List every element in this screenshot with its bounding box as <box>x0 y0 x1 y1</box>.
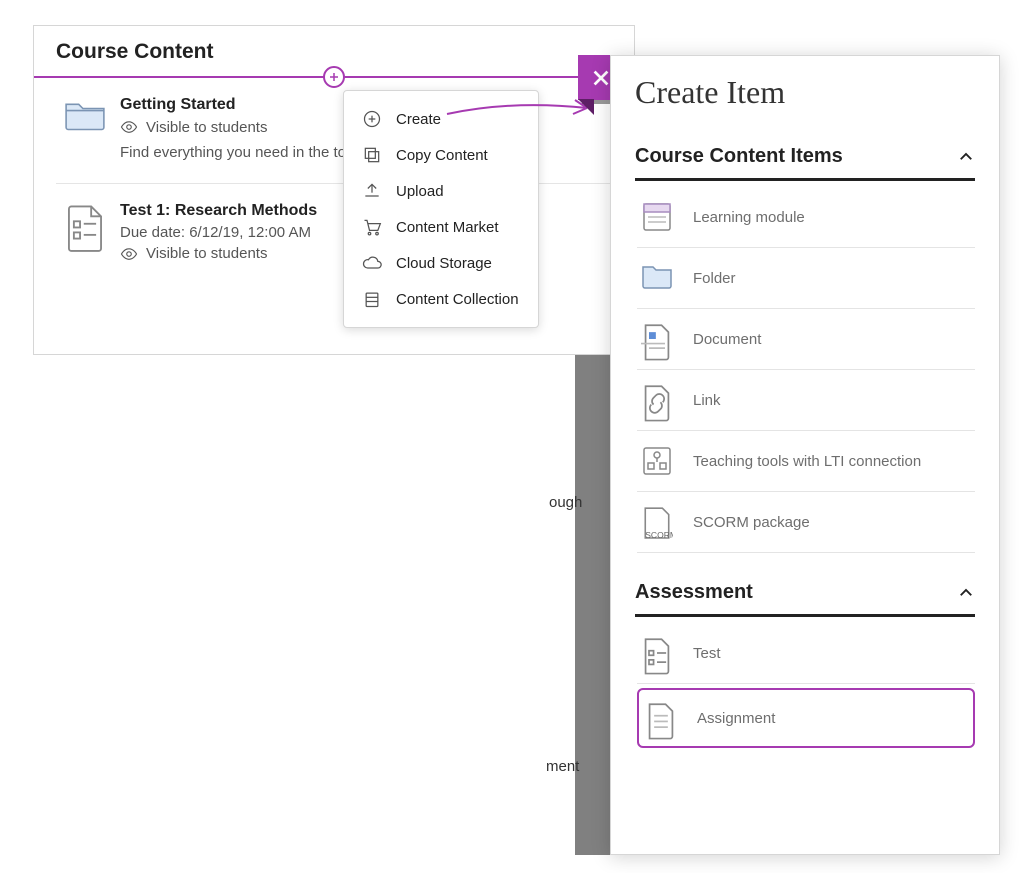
cloud-icon <box>362 253 382 273</box>
item-type-learning-module[interactable]: Learning module <box>637 187 975 248</box>
context-menu-upload[interactable]: Upload <box>344 173 538 209</box>
bg-text-fragment: ment <box>546 758 579 775</box>
chevron-up-icon <box>957 148 975 166</box>
visibility-label: Visible to students <box>146 119 267 136</box>
section-title: Course Content Items <box>635 145 843 168</box>
context-menu-label: Copy Content <box>396 147 488 164</box>
lti-icon <box>641 445 673 477</box>
create-item-panel: Create Item Course Content Items Learnin… <box>610 55 1000 855</box>
scorm-icon: SCORM <box>641 506 673 538</box>
section-title: Assessment <box>635 581 753 604</box>
collection-icon <box>362 289 382 309</box>
context-menu-create[interactable]: Create <box>344 101 538 137</box>
course-content-card: Course Content Getting Started Visible t… <box>33 25 635 355</box>
cart-icon <box>362 217 382 237</box>
insert-line <box>34 76 634 78</box>
plus-icon <box>329 72 339 82</box>
item-type-scorm[interactable]: SCORM SCORM package <box>637 492 975 553</box>
item-type-label: Folder <box>693 270 736 287</box>
folder-icon <box>641 262 673 294</box>
context-menu-collection[interactable]: Content Collection <box>344 281 538 317</box>
context-menu-label: Upload <box>396 183 444 200</box>
item-type-label: Document <box>693 331 761 348</box>
item-type-lti[interactable]: Teaching tools with LTI connection <box>637 431 975 492</box>
context-menu-label: Create <box>396 111 441 128</box>
test-icon <box>641 637 673 669</box>
context-menu-label: Cloud Storage <box>396 255 492 272</box>
item-type-assignment[interactable]: Assignment <box>637 688 975 748</box>
item-type-document[interactable]: Document <box>637 309 975 370</box>
eye-icon <box>120 118 138 136</box>
close-button-shadow-corner <box>578 99 594 115</box>
add-content-button[interactable] <box>323 66 345 88</box>
context-menu-cloud[interactable]: Cloud Storage <box>344 245 538 281</box>
create-item-title: Create Item <box>635 74 975 111</box>
folder-icon <box>64 98 106 137</box>
document-icon <box>641 323 673 355</box>
section-header-content-items[interactable]: Course Content Items <box>635 145 975 181</box>
link-icon <box>641 384 673 416</box>
context-menu-label: Content Market <box>396 219 499 236</box>
item-type-label: Assignment <box>697 710 775 727</box>
item-type-link[interactable]: Link <box>637 370 975 431</box>
context-menu-copy[interactable]: Copy Content <box>344 137 538 173</box>
course-content-title: Course Content <box>56 40 612 64</box>
eye-icon <box>120 245 138 263</box>
close-icon <box>590 67 612 89</box>
visibility-label: Visible to students <box>146 245 267 262</box>
context-menu-market[interactable]: Content Market <box>344 209 538 245</box>
content-item[interactable]: Getting Started Visible to students Find… <box>34 96 634 183</box>
plus-circle-icon <box>362 109 382 129</box>
context-menu-label: Content Collection <box>396 291 519 308</box>
copy-icon <box>362 145 382 165</box>
chevron-up-icon <box>957 584 975 602</box>
bg-text-fragment: ough <box>549 494 582 511</box>
test-icon <box>64 204 106 258</box>
item-type-label: Teaching tools with LTI connection <box>693 453 921 470</box>
upload-icon <box>362 181 382 201</box>
section-header-assessment[interactable]: Assessment <box>635 581 975 617</box>
item-type-folder[interactable]: Folder <box>637 248 975 309</box>
item-type-label: Link <box>693 392 721 409</box>
module-icon <box>641 201 673 233</box>
item-type-label: SCORM package <box>693 514 810 531</box>
item-type-test[interactable]: Test <box>637 623 975 684</box>
add-content-context-menu: Create Copy Content Upload Content Marke… <box>343 90 539 328</box>
item-type-label: Learning module <box>693 209 805 226</box>
svg-text:SCORM: SCORM <box>645 530 673 540</box>
assignment-icon <box>645 702 677 734</box>
item-type-label: Test <box>693 645 721 662</box>
